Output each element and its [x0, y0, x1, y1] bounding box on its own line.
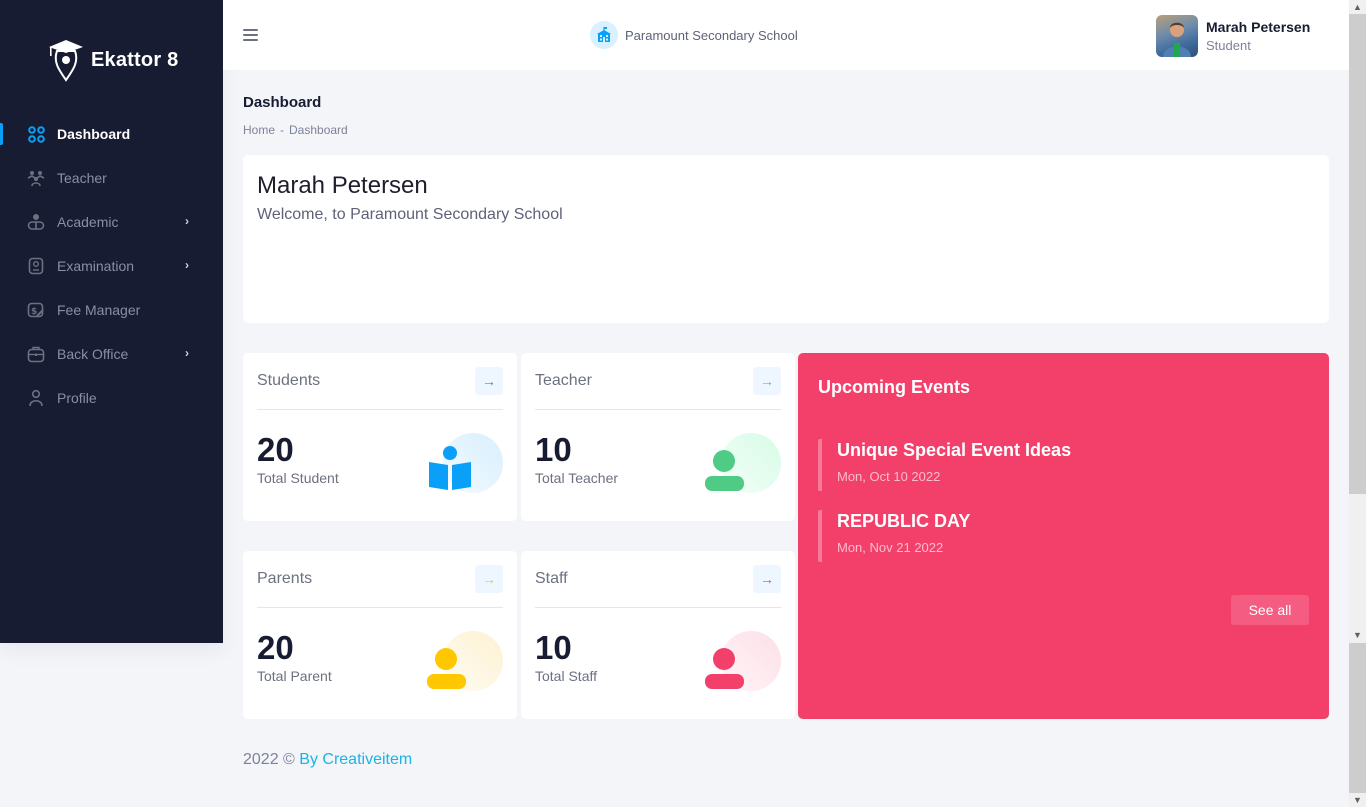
sidebar-item-fee-manager[interactable]: $ Fee Manager	[0, 288, 223, 332]
sidebar-item-academic[interactable]: Academic ›	[0, 200, 223, 244]
stat-label: Total Student	[257, 470, 339, 486]
stat-card-students: Students → 20 Total Student	[243, 353, 517, 521]
stat-card-staff: Staff → 10 Total Staff	[521, 551, 795, 719]
welcome-card: Marah Petersen Welcome, to Paramount Sec…	[243, 155, 1329, 323]
sidebar-scrollbar[interactable]: ▲ ▼	[1349, 0, 1366, 643]
copyright-text: 2022 ©	[243, 751, 295, 768]
stat-label: Total Staff	[535, 668, 598, 684]
chevron-right-icon: ›	[185, 214, 189, 228]
user-role: Student	[1206, 38, 1251, 53]
chevron-right-icon: ›	[185, 258, 189, 272]
person-icon	[705, 450, 744, 491]
examination-icon	[27, 257, 45, 275]
avatar	[1156, 15, 1198, 57]
event-title[interactable]: REPUBLIC DAY	[837, 511, 1298, 532]
divider	[257, 409, 503, 410]
upcoming-events-card: Upcoming Events Unique Special Event Ide…	[798, 353, 1329, 719]
sidebar-item-label: Academic	[57, 214, 119, 230]
app-logo[interactable]: Ekattor 8	[47, 38, 178, 82]
scroll-down-icon[interactable]: ▼	[1349, 628, 1366, 642]
event-item[interactable]: Unique Special Event Ideas Mon, Oct 10 2…	[818, 439, 1298, 491]
welcome-name: Marah Petersen	[257, 172, 428, 199]
sidebar-item-label: Fee Manager	[57, 302, 141, 318]
sidebar-item-label: Teacher	[57, 170, 107, 186]
stat-illustration	[704, 433, 784, 495]
scrollbar-thumb[interactable]	[1349, 14, 1366, 494]
stat-value: 10	[535, 629, 572, 666]
event-title[interactable]: Unique Special Event Ideas	[837, 440, 1298, 461]
page-scrollbar[interactable]: ▼	[1349, 643, 1366, 807]
person-icon	[705, 648, 744, 689]
briefcase-icon	[27, 345, 45, 363]
divider	[257, 607, 503, 608]
sidebar-item-examination[interactable]: Examination ›	[0, 244, 223, 288]
arrow-right-icon[interactable]: →	[753, 367, 781, 395]
stat-title: Parents	[257, 570, 313, 587]
sidebar-item-label: Back Office	[57, 346, 129, 362]
stat-title: Staff	[535, 570, 568, 587]
stat-label: Total Parent	[257, 668, 332, 684]
stat-illustration	[426, 433, 506, 495]
breadcrumb-separator: -	[280, 123, 285, 137]
sidebar-item-teacher[interactable]: Teacher	[0, 156, 223, 200]
person-icon	[427, 648, 466, 689]
hamburger-icon[interactable]	[243, 29, 258, 41]
stat-value: 20	[257, 431, 294, 468]
sidebar-nav: Dashboard Teacher Academic › Examination…	[0, 112, 223, 420]
stat-illustration	[704, 631, 784, 693]
user-menu[interactable]: Marah Petersen Student	[1156, 15, 1310, 57]
stat-title: Teacher	[535, 372, 592, 389]
breadcrumb-home[interactable]: Home	[243, 123, 275, 137]
sidebar-item-profile[interactable]: Profile	[0, 376, 223, 420]
divider	[535, 409, 781, 410]
fee-manager-icon: $	[27, 301, 45, 319]
user-icon	[27, 389, 45, 407]
app-name: Ekattor 8	[91, 48, 179, 71]
sidebar: Ekattor 8 Dashboard Teacher Academic › E…	[0, 0, 223, 643]
see-all-button[interactable]: See all	[1231, 595, 1309, 625]
top-header: Paramount Secondary School Marah Peterse…	[223, 0, 1349, 70]
stat-value: 20	[257, 629, 294, 666]
welcome-message: Welcome, to Paramount Secondary School	[257, 206, 563, 223]
stat-label: Total Teacher	[535, 470, 619, 486]
stat-card-teacher: Teacher → 10 Total Teacher	[521, 353, 795, 521]
stat-title: Students	[257, 372, 321, 389]
breadcrumb: Home - Dashboard	[243, 123, 348, 137]
arrow-right-icon[interactable]: →	[475, 565, 503, 593]
divider	[535, 607, 781, 608]
school-selector: Paramount Secondary School	[590, 21, 798, 49]
stat-card-parents: Parents → 20 Total Parent	[243, 551, 517, 719]
event-item[interactable]: REPUBLIC DAY Mon, Nov 21 2022	[818, 510, 1298, 562]
scroll-up-icon[interactable]: ▲	[1349, 0, 1366, 14]
scrollbar-thumb[interactable]	[1349, 643, 1366, 793]
sidebar-item-back-office[interactable]: Back Office ›	[0, 332, 223, 376]
event-date: Mon, Nov 21 2022	[837, 540, 944, 555]
arrow-right-icon[interactable]: →	[753, 565, 781, 593]
scroll-down-icon[interactable]: ▼	[1349, 793, 1366, 807]
sidebar-item-dashboard[interactable]: Dashboard	[0, 112, 223, 156]
footer: 2022 © By Creativeitem	[243, 751, 412, 769]
sidebar-item-label: Profile	[57, 390, 97, 406]
page-title: Dashboard	[243, 94, 322, 111]
arrow-right-icon[interactable]: →	[475, 367, 503, 395]
graduation-pin-icon	[49, 40, 83, 82]
user-name: Marah Petersen	[1206, 19, 1311, 35]
reading-student-icon	[429, 446, 471, 490]
event-date: Mon, Oct 10 2022	[837, 469, 941, 484]
academic-icon	[27, 213, 45, 231]
breadcrumb-current: Dashboard	[289, 123, 348, 137]
school-name: Paramount Secondary School	[625, 27, 798, 43]
stat-illustration	[426, 631, 506, 693]
school-building-icon	[590, 21, 618, 49]
svg-text:$: $	[31, 307, 37, 317]
dashboard-grid-icon	[27, 125, 45, 143]
events-title: Upcoming Events	[818, 377, 971, 397]
creativeitem-link[interactable]: By Creativeitem	[299, 751, 412, 768]
sidebar-item-label: Examination	[57, 258, 135, 274]
stat-value: 10	[535, 431, 572, 468]
sidebar-item-label: Dashboard	[57, 126, 131, 142]
teacher-group-icon	[27, 169, 45, 187]
chevron-right-icon: ›	[185, 346, 189, 360]
